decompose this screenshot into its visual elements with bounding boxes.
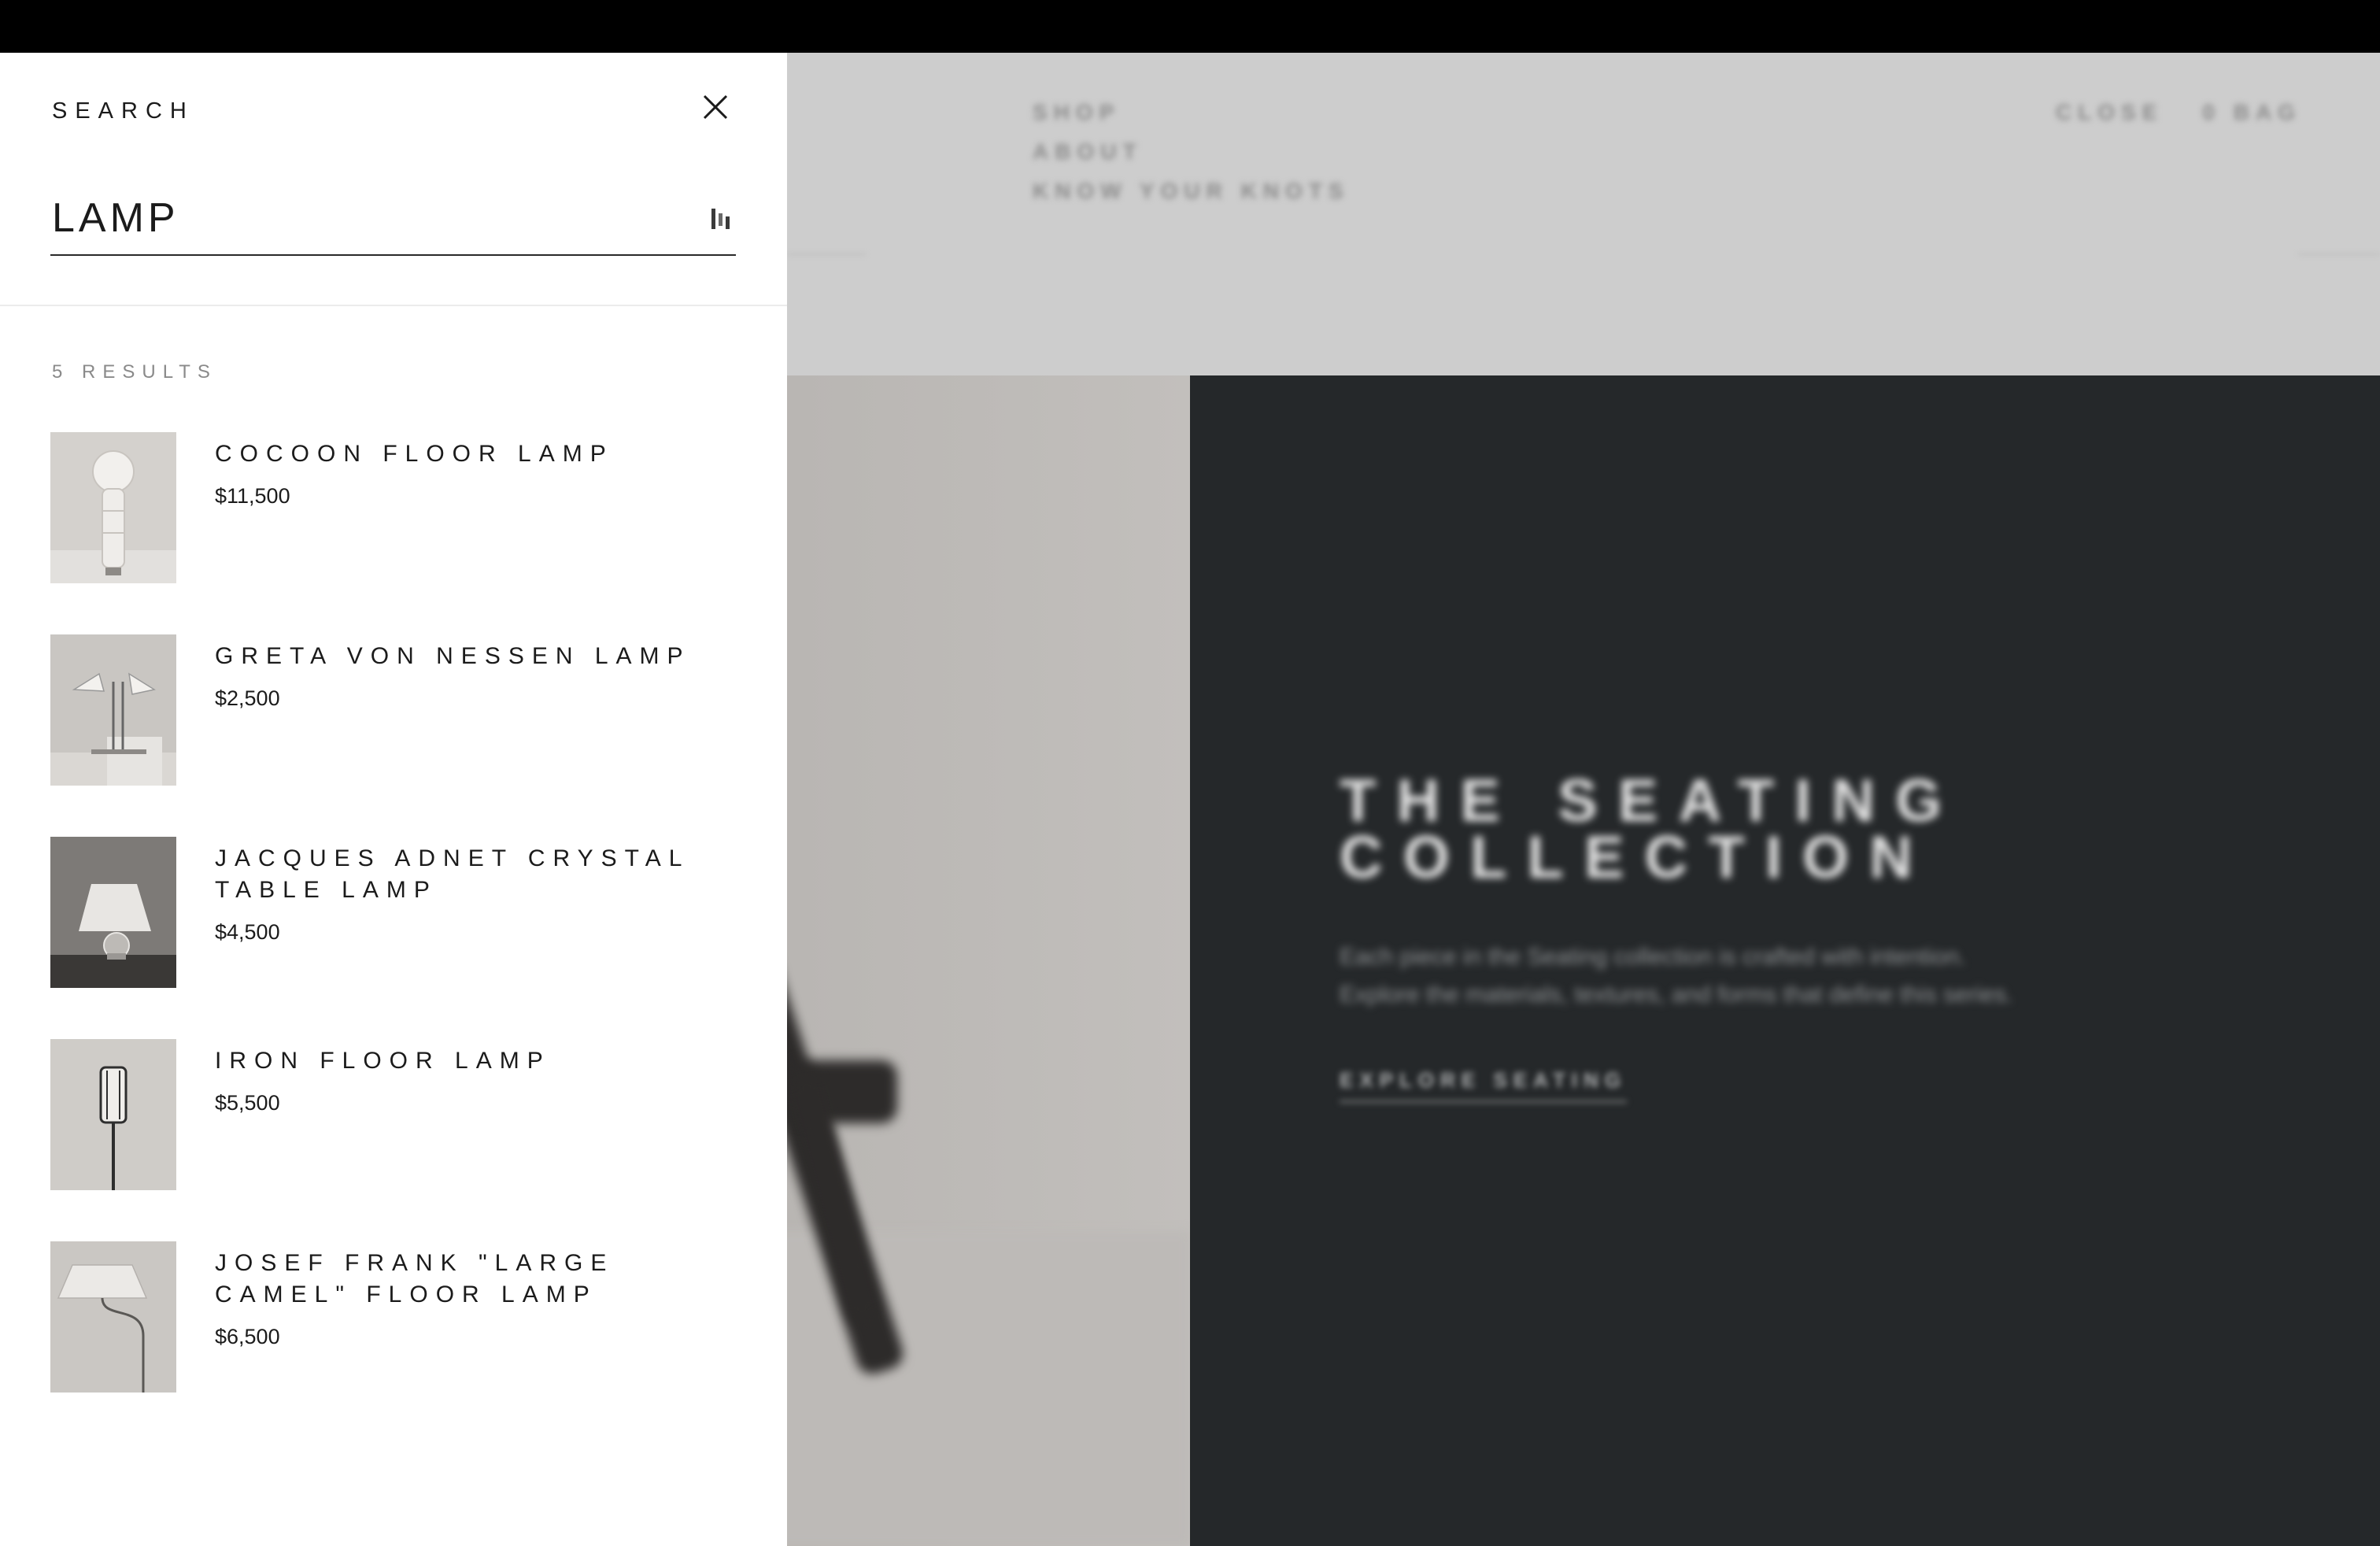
- background-hero-panel: THE SEATING COLLECTION Each piece in the …: [1190, 375, 2380, 1546]
- search-field: [50, 187, 736, 256]
- product-thumbnail[interactable]: [50, 1241, 176, 1393]
- results-count: 5 RESULTS: [52, 361, 217, 383]
- product-name[interactable]: COCOON FLOOR LAMP: [215, 438, 750, 470]
- product-name[interactable]: GRETA VON NESSEN LAMP: [215, 641, 750, 672]
- background-hero-title-blurred: THE SEATING COLLECTION: [1340, 767, 1963, 891]
- product-price: $5,500: [215, 1091, 280, 1115]
- background-hero-text-blurred: Each piece in the Seating collection is …: [1340, 944, 2013, 1008]
- result-info: IRON FLOOR LAMP $5,500: [215, 1045, 750, 1115]
- result-info: COCOON FLOOR LAMP $11,500: [215, 438, 750, 509]
- product-thumbnail[interactable]: [50, 432, 176, 583]
- panel-divider: [0, 305, 787, 306]
- close-button[interactable]: [699, 91, 732, 124]
- product-price: $6,500: [215, 1325, 280, 1348]
- result-info: JACQUES ADNET CRYSTAL TABLE LAMP $4,500: [215, 843, 750, 945]
- result-info: GRETA VON NESSEN LAMP $2,500: [215, 641, 750, 711]
- product-thumbnail[interactable]: [50, 634, 176, 786]
- product-name[interactable]: JOSEF FRANK "LARGE CAMEL" FLOOR LAMP: [215, 1248, 750, 1311]
- background-divider-left: [787, 253, 866, 255]
- result-item[interactable]: JACQUES ADNET CRYSTAL TABLE LAMP $4,500: [50, 837, 743, 988]
- search-panel: SEARCH 5 RESULTS: [0, 53, 787, 1546]
- close-icon: [703, 94, 728, 120]
- loading-spinner-icon: [711, 209, 730, 229]
- background-divider-right: [2298, 253, 2380, 255]
- top-bar: [0, 0, 2380, 53]
- product-name[interactable]: IRON FLOOR LAMP: [215, 1045, 750, 1077]
- product-price: $2,500: [215, 686, 280, 710]
- search-input[interactable]: [52, 187, 666, 250]
- product-price: $11,500: [215, 484, 290, 508]
- product-name[interactable]: JACQUES ADNET CRYSTAL TABLE LAMP: [215, 843, 750, 906]
- background-nav-blurred: SHOP ABOUT KNOW YOUR KNOTS: [1033, 100, 1350, 203]
- background-hero-link-blurred: EXPLORE SEATING: [1340, 1068, 1628, 1103]
- result-item[interactable]: COCOON FLOOR LAMP $11,500: [50, 432, 743, 583]
- product-thumbnail[interactable]: [50, 1039, 176, 1190]
- result-item[interactable]: IRON FLOOR LAMP $5,500: [50, 1039, 743, 1190]
- background-right-nav-blurred: CLOSE 0 BAG: [2055, 100, 2301, 124]
- result-info: JOSEF FRANK "LARGE CAMEL" FLOOR LAMP $6,…: [215, 1248, 750, 1349]
- product-price: $4,500: [215, 920, 280, 944]
- result-item[interactable]: JOSEF FRANK "LARGE CAMEL" FLOOR LAMP $6,…: [50, 1241, 743, 1393]
- search-panel-title: SEARCH: [52, 98, 194, 124]
- result-item[interactable]: GRETA VON NESSEN LAMP $2,500: [50, 634, 743, 786]
- product-thumbnail[interactable]: [50, 837, 176, 988]
